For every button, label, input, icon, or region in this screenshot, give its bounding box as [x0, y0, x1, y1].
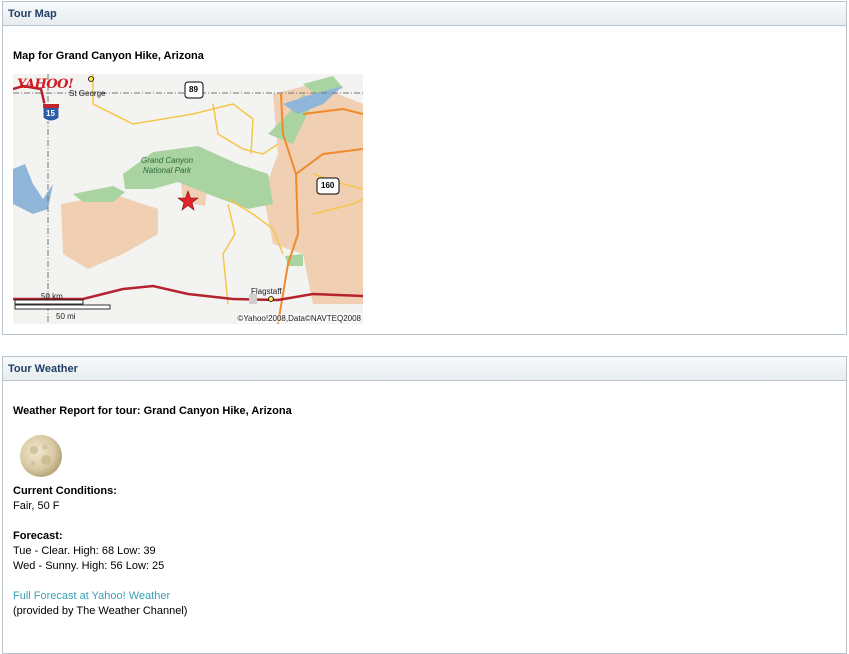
scale-km: 50 km — [41, 292, 63, 301]
provider-text: (provided by The Weather Channel) — [13, 605, 188, 617]
tour-map-header: Tour Map — [3, 2, 846, 26]
park-label-line2: National Park — [143, 166, 192, 175]
tour-weather-panel: Tour Weather Weather Report for tour: Gr… — [2, 356, 847, 654]
map-copyright: ©Yahoo!2008,Data©NAVTEQ2008 — [237, 314, 361, 323]
forecast-day-2: Wed - Sunny. High: 56 Low: 25 — [13, 560, 165, 572]
city-flagstaff: Flagstaff — [251, 287, 282, 296]
route-89-label: 89 — [189, 85, 198, 94]
map-subtitle: Map for Grand Canyon Hike, Arizona — [13, 50, 204, 62]
city-st-george: St George — [69, 89, 106, 98]
moon-weather-icon — [18, 433, 64, 479]
current-conditions-value: Fair, 50 F — [13, 500, 60, 512]
tour-weather-header: Tour Weather — [3, 357, 846, 381]
route-15-label: 15 — [46, 109, 55, 118]
current-conditions-label: Current Conditions: — [13, 485, 117, 497]
park-label-line1: Grand Canyon — [141, 156, 194, 165]
forecast-label: Forecast: — [13, 530, 63, 542]
weather-subtitle: Weather Report for tour: Grand Canyon Hi… — [13, 405, 292, 417]
forecast-day-1: Tue - Clear. High: 68 Low: 39 — [13, 545, 156, 557]
yahoo-logo: YAHOO! — [17, 77, 74, 92]
map-graphic — [13, 74, 363, 324]
scale-mi: 50 mi — [56, 312, 76, 321]
tour-map[interactable]: YAHOO! St George Flagstaff Grand Canyon … — [13, 74, 363, 324]
park-label: Grand Canyon National Park — [141, 156, 193, 176]
tour-map-panel: Tour Map Map for Grand Canyon Hike, Ariz… — [2, 1, 847, 335]
full-forecast-link[interactable]: Full Forecast at Yahoo! Weather — [13, 590, 170, 602]
route-160-label: 160 — [321, 181, 335, 190]
